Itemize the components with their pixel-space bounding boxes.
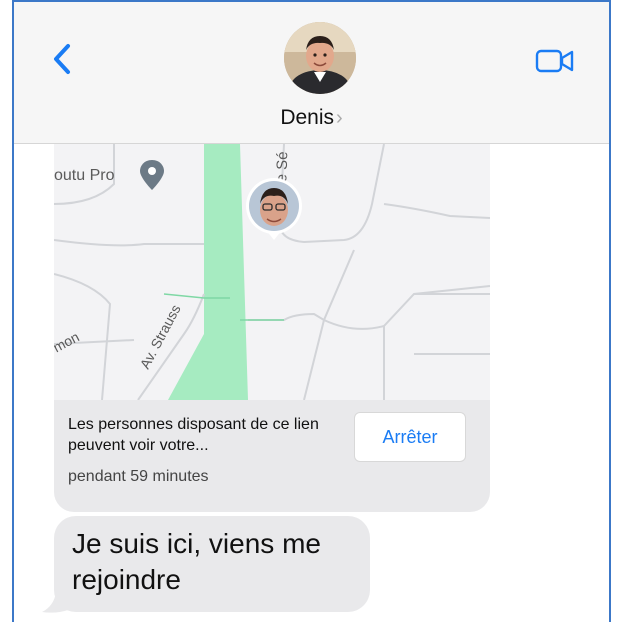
video-call-button[interactable]: [535, 48, 575, 74]
location-map[interactable]: outu Pro Je Sé Av. Strauss 'mon: [54, 144, 490, 400]
chevron-right-icon: ›: [336, 107, 343, 129]
location-share-description: Les personnes disposant de ce lien peuve…: [68, 416, 319, 454]
message-thread[interactable]: outu Pro Je Sé Av. Strauss 'mon Les pers…: [14, 144, 609, 622]
contact-photo: [284, 22, 356, 94]
location-share-duration: pendant 59 minutes: [68, 468, 209, 485]
messages-window: Denis › outu Pro Je Sé Av. Strauss 'mon …: [12, 0, 611, 622]
avatar[interactable]: [284, 22, 356, 94]
video-camera-icon: [535, 49, 574, 73]
location-share-card[interactable]: outu Pro Je Sé Av. Strauss 'mon Les pers…: [54, 144, 490, 512]
chevron-left-icon: [54, 44, 70, 74]
map-label-poi: outu Pro: [54, 167, 115, 184]
message-bubble[interactable]: Je suis ici, viens me rejoindre: [54, 516, 370, 612]
back-button[interactable]: [48, 42, 78, 76]
contact-name: Denis: [280, 106, 335, 129]
stop-sharing-button[interactable]: Arrêter: [354, 412, 466, 462]
contact-name-button[interactable]: Denis ›: [14, 106, 609, 130]
bubble-tail: [42, 592, 68, 613]
conversation-header: Denis ›: [14, 2, 609, 144]
message-text: Je suis ici, viens me rejoindre: [72, 528, 321, 595]
